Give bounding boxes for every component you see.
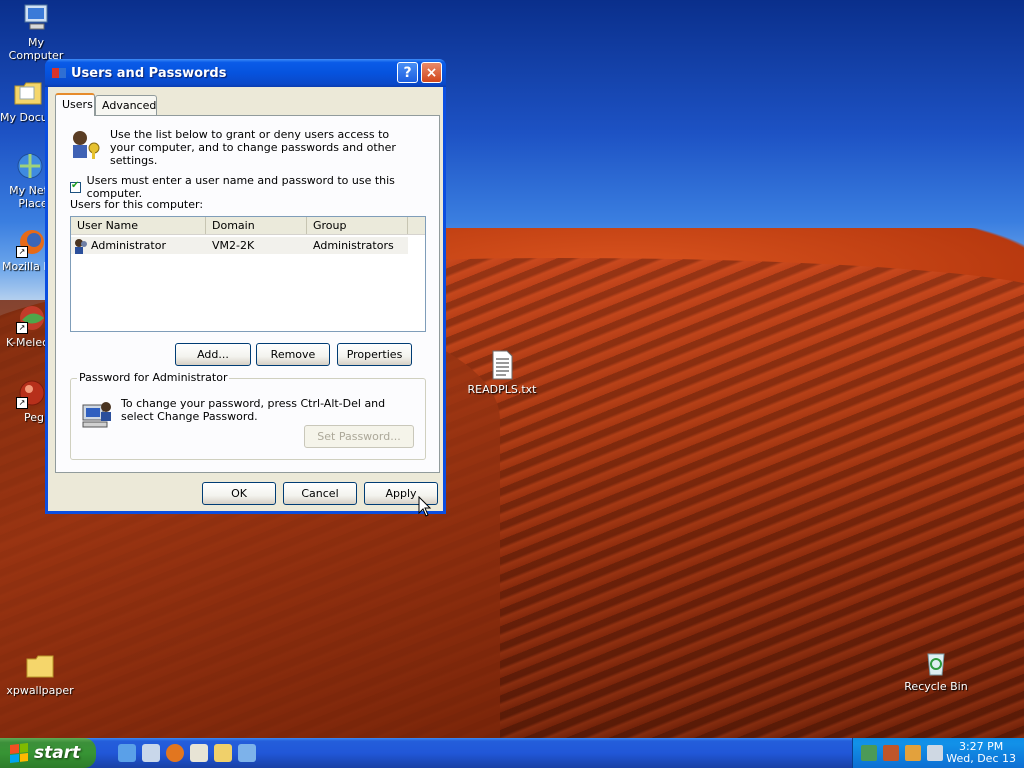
windows-flag-icon	[10, 743, 28, 763]
desktop-icon-label: READPLS.txt	[467, 383, 537, 396]
properties-button[interactable]: Properties	[337, 343, 412, 366]
quick-launch	[118, 744, 256, 762]
column-header-user-name[interactable]: User Name	[71, 217, 206, 234]
outlook-icon[interactable]	[142, 744, 160, 762]
user-account-icon	[73, 238, 89, 254]
desktop-icon-readpls-txt[interactable]: READPLS.txt	[464, 349, 540, 396]
domain-cell: VM2-2K	[206, 237, 307, 254]
tab-advanced[interactable]: Advanced	[95, 95, 157, 115]
user-name-text: Administrator	[91, 239, 166, 252]
firefox-quicklaunch-icon[interactable]	[166, 744, 184, 762]
close-button[interactable]: ×	[421, 62, 442, 83]
tab-users[interactable]: Users	[55, 93, 95, 116]
users-and-passwords-dialog: Users and Passwords ? × Users Advanced U…	[45, 59, 446, 514]
start-button[interactable]: start	[0, 738, 96, 768]
firefox-icon: ↗	[16, 226, 48, 258]
shortcut-arrow-icon: ↗	[16, 322, 28, 334]
folder-icon	[12, 77, 44, 109]
recycle-bin-icon	[920, 646, 952, 678]
password-group-title: Password for Administrator	[77, 371, 230, 384]
tray-monitor-icon[interactable]	[927, 745, 943, 761]
ok-button[interactable]: OK	[202, 482, 276, 505]
dialog-client-area: Users Advanced Use the list below to gra…	[48, 87, 443, 511]
require-login-label: Users must enter a user name and passwor…	[86, 174, 395, 200]
group-cell: Administrators	[307, 237, 408, 254]
require-login-checkbox[interactable]	[70, 180, 81, 193]
network-globe-icon	[14, 150, 46, 182]
listview-header: User Name Domain Group	[71, 217, 425, 235]
add-user-button[interactable]: Add...	[175, 343, 251, 366]
password-groupbox: Password for Administrator To change you…	[70, 371, 426, 460]
require-login-row[interactable]: Users must enter a user name and passwor…	[70, 174, 439, 200]
cancel-button[interactable]: Cancel	[283, 482, 357, 505]
text-file-icon	[486, 349, 518, 381]
help-button[interactable]: ?	[397, 62, 418, 83]
tray-icons	[861, 745, 943, 761]
mouse-cursor-icon	[418, 496, 432, 517]
users-tab-panel: Use the list below to grant or deny user…	[55, 115, 440, 473]
computer-user-icon	[81, 397, 115, 429]
start-label: start	[34, 743, 81, 763]
shortcut-arrow-icon: ↗	[16, 246, 28, 258]
show-desktop-icon[interactable]	[238, 744, 256, 762]
folder-icon	[24, 650, 56, 682]
users-listview[interactable]: User Name Domain Group Administrator VM2…	[70, 216, 426, 332]
desktop-icon-label: Recycle Bin	[904, 680, 968, 693]
shortcut-arrow-icon: ↗	[16, 397, 28, 409]
users-app-icon	[51, 65, 67, 81]
column-header-group[interactable]: Group	[307, 217, 408, 234]
set-password-button[interactable]: Set Password...	[304, 425, 414, 448]
pegasus-icon: ↗	[16, 377, 48, 409]
remove-user-button[interactable]: Remove	[256, 343, 330, 366]
internet-explorer-icon[interactable]	[118, 744, 136, 762]
dialog-title: Users and Passwords	[71, 66, 227, 81]
users-keys-icon	[68, 128, 102, 160]
column-header-domain[interactable]: Domain	[206, 217, 307, 234]
explorer-icon[interactable]	[214, 744, 232, 762]
desktop-icon-recycle-bin[interactable]: Recycle Bin	[898, 646, 974, 693]
desktop-icon-label: xpwallpaper	[6, 684, 74, 697]
computer-icon	[20, 2, 52, 34]
user-name-cell: Administrator	[71, 237, 206, 254]
tray-app-icon[interactable]	[883, 745, 899, 761]
tray-network-icon[interactable]	[861, 745, 877, 761]
clock-date: Wed, Dec 13	[946, 752, 1016, 765]
table-row[interactable]: Administrator VM2-2K Administrators	[71, 237, 425, 254]
system-tray: 3:27 PM Wed, Dec 13	[852, 738, 1024, 768]
k-meleon-icon: ↗	[16, 302, 48, 334]
taskbar: start 3:27 PM Wed, Dec 13	[0, 738, 1024, 768]
taskbar-clock[interactable]: 3:27 PM Wed, Dec 13	[946, 741, 1016, 765]
tray-volume-icon[interactable]	[905, 745, 921, 761]
notepad-icon[interactable]	[190, 744, 208, 762]
users-list-label: Users for this computer:	[70, 198, 204, 211]
desktop-icon-my-computer[interactable]: My Computer	[0, 2, 74, 62]
desktop-icon-xpwallpaper[interactable]: xpwallpaper	[2, 650, 78, 697]
dialog-titlebar[interactable]: Users and Passwords ? ×	[45, 59, 446, 87]
password-instructions: To change your password, press Ctrl-Alt-…	[121, 397, 386, 423]
info-text: Use the list below to grant or deny user…	[110, 128, 396, 167]
